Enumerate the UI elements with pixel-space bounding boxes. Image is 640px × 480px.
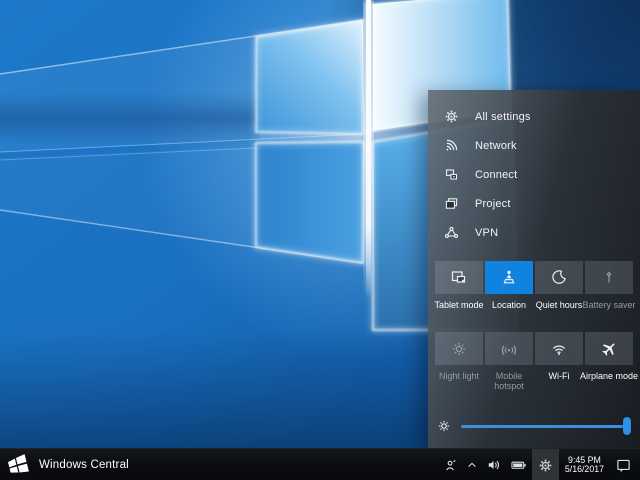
volume-icon[interactable] <box>482 449 506 480</box>
tile-button[interactable] <box>585 332 633 365</box>
tile-night-light[interactable]: Night light <box>435 332 483 403</box>
tile-label: Mobile hotspot <box>488 371 530 391</box>
gear-icon <box>443 109 459 125</box>
sun-icon <box>436 418 452 434</box>
battery-icon[interactable] <box>506 449 532 480</box>
taskbar-clock[interactable]: 9:45 PM 5/16/2017 <box>559 456 610 475</box>
menu-label: Network <box>475 140 517 152</box>
system-tray: 9:45 PM 5/16/2017 <box>439 449 640 480</box>
tile-label: Location <box>492 300 526 310</box>
menu-item-project[interactable]: Project <box>428 189 640 218</box>
brightness-slider[interactable] <box>461 417 631 435</box>
menu-item-network[interactable]: Network <box>428 131 640 160</box>
tile-button[interactable] <box>585 261 633 294</box>
brightness-row <box>428 411 640 441</box>
tile-button[interactable] <box>435 261 483 294</box>
windows-flag-icon <box>6 453 30 477</box>
tile-button[interactable] <box>435 332 483 365</box>
menu-item-vpn[interactable]: VPN <box>428 218 640 247</box>
battery-saver-icon <box>599 268 619 288</box>
tile-button[interactable] <box>485 261 533 294</box>
tile-label: Quiet hours <box>536 300 583 310</box>
tile-label: Night light <box>439 371 479 381</box>
menu-label: Connect <box>475 169 517 181</box>
action-center-panel: All settings Network <box>428 90 640 448</box>
menu-label: VPN <box>475 227 498 239</box>
tile-label: Airplane mode <box>580 371 638 381</box>
menu-label: All settings <box>475 111 531 123</box>
location-icon <box>499 268 519 288</box>
wifi-icon <box>549 339 569 359</box>
quick-links-menu: All settings Network <box>428 90 640 247</box>
clock-date: 5/16/2017 <box>565 465 604 475</box>
connect-icon <box>443 167 459 183</box>
tablet-mode-icon <box>449 268 469 288</box>
tile-battery-saver[interactable]: Battery saver <box>585 261 633 332</box>
tile-quiet-hours[interactable]: Quiet hours <box>535 261 583 332</box>
brand-label: Windows Central <box>39 459 129 471</box>
tile-wifi[interactable]: Wi-Fi <box>535 332 583 403</box>
chevron-up-icon[interactable] <box>462 449 482 480</box>
menu-item-all-settings[interactable]: All settings <box>428 102 640 131</box>
tile-tablet-mode[interactable]: Tablet mode <box>435 261 483 332</box>
airplane-icon <box>599 339 619 359</box>
action-center-icon[interactable] <box>610 449 640 480</box>
tile-mobile-hotspot[interactable]: Mobile hotspot <box>485 332 533 403</box>
night-light-sun-icon <box>449 339 469 359</box>
people-icon[interactable] <box>439 449 462 480</box>
tile-airplane-mode[interactable]: Airplane mode <box>585 332 633 403</box>
menu-label: Project <box>475 198 511 210</box>
slider-track[interactable] <box>461 425 629 428</box>
quiet-hours-moon-icon <box>549 268 569 288</box>
network-icon <box>443 138 459 154</box>
tile-button[interactable] <box>485 332 533 365</box>
tile-label: Wi-Fi <box>549 371 570 381</box>
slider-thumb[interactable] <box>623 417 631 435</box>
tile-label: Battery saver <box>582 300 635 310</box>
vpn-icon <box>443 225 459 241</box>
taskbar-brand: Windows Central <box>6 453 129 477</box>
tile-location[interactable]: Location <box>485 261 533 332</box>
tile-button[interactable] <box>535 332 583 365</box>
taskbar: Windows Central <box>0 448 640 480</box>
menu-item-connect[interactable]: Connect <box>428 160 640 189</box>
mobile-hotspot-icon <box>499 339 519 359</box>
settings-gear-icon[interactable] <box>532 449 559 480</box>
desktop: All settings Network <box>0 0 640 480</box>
tile-button[interactable] <box>535 261 583 294</box>
project-icon <box>443 196 459 212</box>
quick-action-grid: Tablet mode Location Q <box>428 261 640 403</box>
tile-label: Tablet mode <box>434 300 483 310</box>
